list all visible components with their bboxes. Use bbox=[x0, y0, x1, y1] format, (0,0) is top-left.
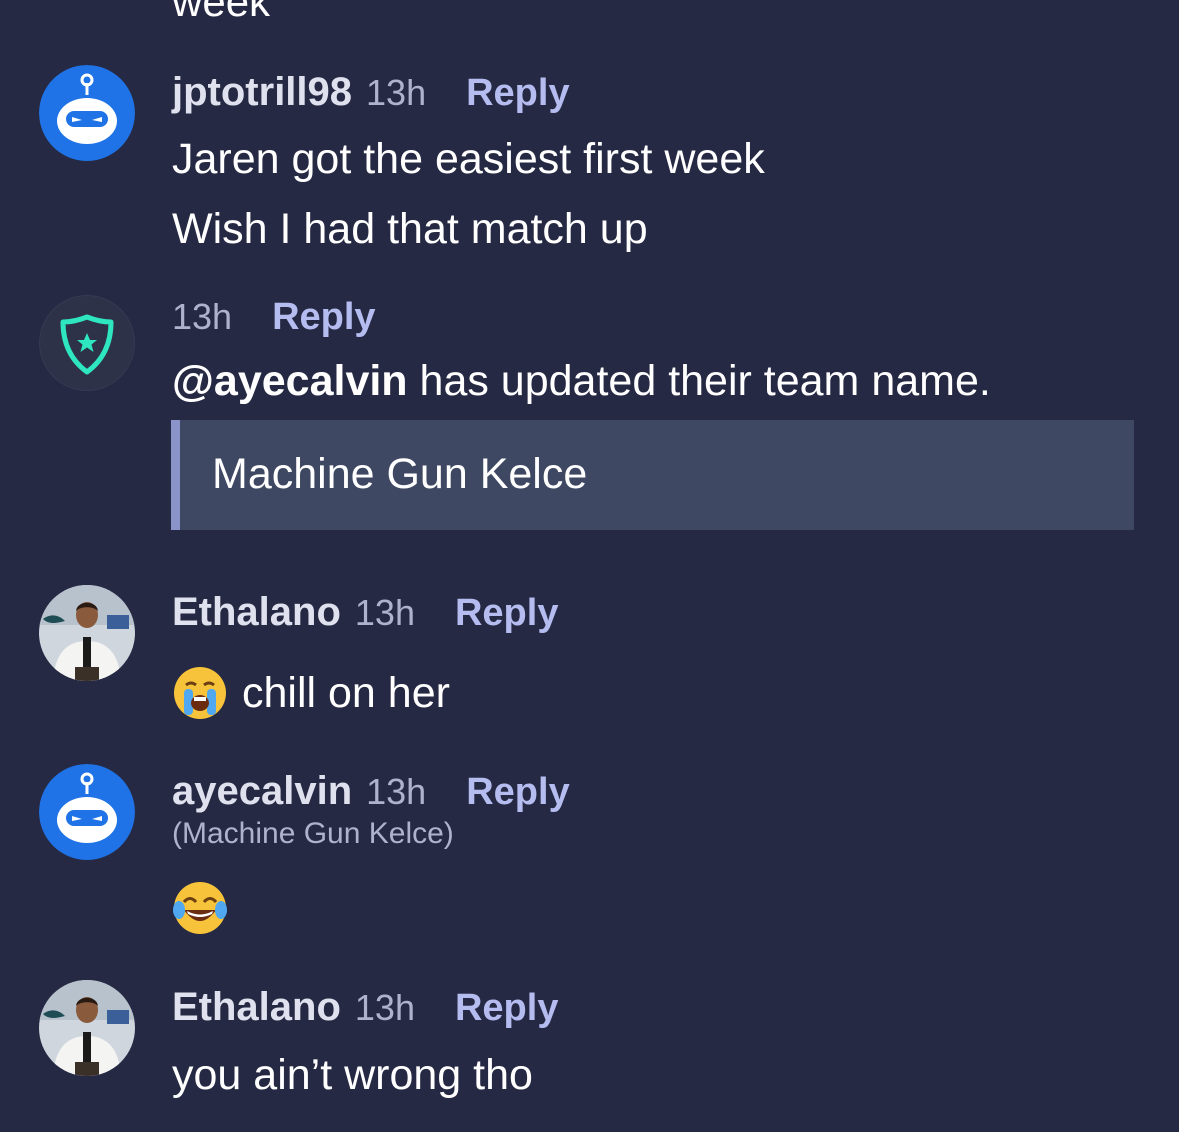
shield-star-icon bbox=[40, 296, 134, 390]
comment-meta: ayecalvin 13h Reply bbox=[172, 769, 570, 814]
comment-username[interactable]: jptotrill98 bbox=[172, 70, 352, 115]
loudly-crying-face-icon bbox=[172, 665, 228, 726]
user-team-name: (Machine Gun Kelce) bbox=[172, 817, 454, 850]
robot-avatar[interactable] bbox=[39, 764, 135, 860]
user-mention[interactable]: @ayecalvin bbox=[172, 357, 408, 405]
reply-button[interactable]: Reply bbox=[272, 296, 375, 339]
comment-timestamp: 13h bbox=[366, 72, 427, 113]
reply-button[interactable]: Reply bbox=[455, 592, 558, 635]
comment-timestamp: 13h bbox=[354, 592, 415, 633]
reply-button[interactable]: Reply bbox=[455, 987, 558, 1030]
system-message-text: has updated their team name. bbox=[419, 357, 991, 405]
comment-meta: 13h Reply bbox=[172, 296, 376, 339]
user-photo bbox=[39, 980, 135, 1076]
face-with-tears-of-joy-icon bbox=[172, 880, 228, 941]
previous-comment-fragment: week bbox=[172, 0, 271, 25]
comment-text: Jaren got the easiest first week bbox=[172, 135, 765, 183]
user-photo bbox=[39, 585, 135, 681]
comment-meta: jptotrill98 13h Reply bbox=[172, 70, 570, 115]
comment-timestamp: 13h bbox=[366, 771, 427, 812]
user-photo-avatar[interactable] bbox=[39, 980, 135, 1076]
comment-meta: Ethalano 13h Reply bbox=[172, 590, 558, 635]
comment-username[interactable]: ayecalvin bbox=[172, 769, 352, 814]
reply-button[interactable]: Reply bbox=[466, 771, 569, 814]
quoted-team-name: Machine Gun Kelce bbox=[212, 450, 588, 498]
user-photo-avatar[interactable] bbox=[39, 585, 135, 681]
reply-button[interactable]: Reply bbox=[466, 72, 569, 115]
system-message: @ayecalvin has updated their team name. bbox=[172, 346, 991, 416]
system-avatar bbox=[39, 295, 135, 391]
comment-text: Wish I had that match up bbox=[172, 205, 648, 253]
comment-username[interactable]: Ethalano bbox=[172, 985, 341, 1030]
comment-timestamp: 13h bbox=[354, 987, 415, 1028]
robot-icon bbox=[39, 65, 135, 161]
team-name-quote: Machine Gun Kelce bbox=[171, 420, 1134, 530]
comment-text: chill on her bbox=[242, 669, 450, 717]
comment-username[interactable]: Ethalano bbox=[172, 590, 341, 635]
robot-icon bbox=[39, 764, 135, 860]
comment-timestamp: 13h bbox=[172, 296, 233, 337]
robot-avatar[interactable] bbox=[39, 65, 135, 161]
comment-text: you ain’t wrong tho bbox=[172, 1051, 533, 1099]
comment-meta: Ethalano 13h Reply bbox=[172, 985, 558, 1030]
